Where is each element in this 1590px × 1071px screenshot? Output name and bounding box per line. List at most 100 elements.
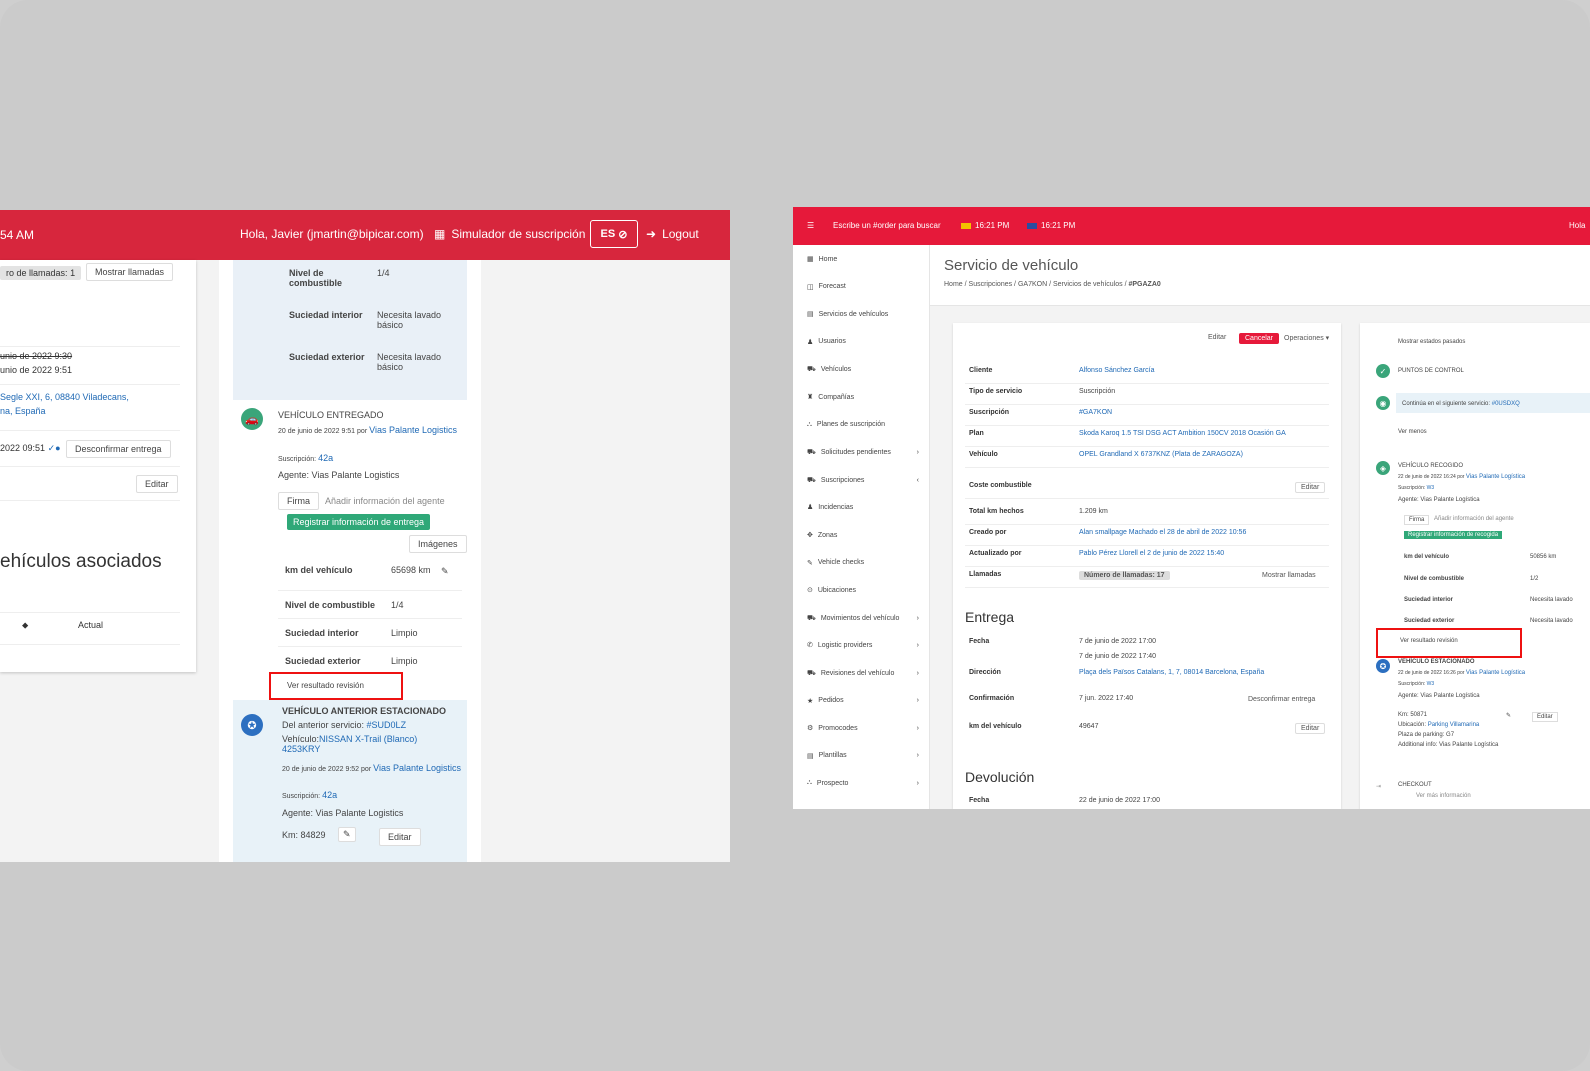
detail-value[interactable]: OPEL Grandland X 6737KNZ (Plata de ZARAG… (1079, 451, 1329, 458)
picked-subscription: Suscripción: W3 (1398, 485, 1435, 491)
sidebar-item[interactable]: ⚙ Promocodes › (807, 724, 919, 733)
time-uk: 16:21 PM (1027, 221, 1075, 230)
images-button[interactable]: Imágenes (409, 535, 467, 553)
edit-km-icon[interactable]: ✎ (1506, 712, 1511, 719)
chevron-icon: › (916, 670, 919, 677)
sidebar-item[interactable]: ♟ Incidencias (807, 503, 919, 512)
show-past-states-button[interactable]: Mostrar estados pasados (1398, 339, 1465, 345)
sidebar-item[interactable]: ▦ Home (807, 255, 919, 264)
subscription-link-2[interactable]: 42a (322, 790, 337, 800)
edit-button[interactable]: Editar (136, 475, 178, 493)
cancel-service-button[interactable]: Cancelar (1239, 333, 1280, 344)
edit-km-button[interactable]: Editar (1295, 723, 1326, 734)
register-delivery-button[interactable]: Registrar información de entrega (287, 514, 431, 530)
associated-vehicles-heading: ehículos asociados (0, 551, 162, 572)
edit-button-2[interactable]: Editar (379, 828, 421, 846)
detail-value[interactable]: Skoda Karoq 1.5 TSI DSG ACT Ambition 150… (1079, 430, 1329, 437)
agent-line-2: Agente: Vias Palante Logistics (282, 808, 404, 818)
sidebar-item[interactable]: ▤ Plantillas › (807, 752, 919, 760)
chevron-icon: › (916, 697, 919, 705)
location-line: Ubicación: Parking Villamarina (1398, 722, 1480, 728)
language-button[interactable]: ES ⊘ (590, 220, 638, 248)
divider (965, 545, 1329, 546)
sidebar-item[interactable]: ▤ Servicios de vehículos (807, 310, 919, 319)
divider (965, 498, 1329, 499)
operations-dropdown[interactable]: Operaciones ▾ (1279, 333, 1335, 343)
agent-link-2[interactable]: Vias Palante Logística (1466, 670, 1525, 676)
sidebar-item[interactable]: ⛬ Planes de suscripción (807, 421, 919, 429)
sidebar-item[interactable]: ⛬ Prospecto › (807, 779, 919, 787)
sidebar-item[interactable]: ⛟ Suscripciones ‹ (807, 476, 919, 485)
sidebar-item-icon: ✆ (807, 642, 813, 650)
sidebar-item[interactable]: ✆ Logistic providers › (807, 641, 919, 650)
picked-meta: 22 de junio de 2022 16:24 por Vias Palan… (1398, 474, 1526, 480)
subscription-simulator-link[interactable]: ▦ Simulador de suscripción (434, 227, 585, 241)
unconfirm-delivery-button[interactable]: Desconfirmar entrega (66, 440, 171, 458)
sidebar-item[interactable]: ♟ Usuarios (807, 338, 919, 346)
service-details-card: Editar Cancelar Operaciones ▾ Editar Núm… (953, 323, 1341, 809)
sidebar-item-icon: ♟ (807, 338, 814, 346)
detail-value[interactable]: Alan smallpage Machado el 28 de abril de… (1079, 529, 1329, 536)
detail-value[interactable]: Pablo Pérez Llorell el 2 de junio de 202… (1079, 550, 1329, 557)
sidebar-item[interactable]: ⊙ Ubicaciones (807, 586, 919, 595)
sidebar-item-label: Vehicle checks (817, 559, 865, 567)
logout-button[interactable]: ➜ Logout (646, 227, 699, 241)
user-greeting[interactable]: Hola, Javier (jmartin@bipicar.com) (240, 227, 424, 241)
entrega-label: Dirección (969, 669, 1001, 676)
view-review-button[interactable]: Ver resultado revisión (287, 681, 364, 690)
order-search-input[interactable]: Escribe un #order para buscar (833, 221, 941, 230)
firma-tab[interactable]: Firma (278, 492, 319, 510)
check-icon: ✓● (47, 443, 61, 453)
unconfirm-delivery-button[interactable]: Desconfirmar entrega (1243, 695, 1321, 704)
sidebar-item[interactable]: ⛟ Movimientos del vehículo › (807, 614, 919, 623)
edit-icon[interactable]: ✎ (441, 566, 449, 577)
edit-service-button[interactable]: Editar (1203, 333, 1232, 342)
sidebar-item-icon: ⛬ (807, 779, 812, 787)
sidebar-item[interactable]: ♜ Compañías (807, 393, 919, 402)
vehicle-line: Vehículo:NISSAN X-Trail (Blanco) 4253KRY (282, 734, 418, 754)
show-calls-button[interactable]: Mostrar llamadas (1257, 571, 1321, 580)
add-agent-info-tab[interactable]: Añadir información del agente (325, 496, 445, 506)
sidebar-item[interactable]: ✎ Vehicle checks (807, 559, 919, 567)
detail-value[interactable]: Alfonso Sánchez García (1079, 367, 1329, 374)
agent-link-2[interactable]: Vias Palante Logistics (373, 763, 461, 773)
address-link-2[interactable]: na, España (0, 406, 46, 416)
detail-value[interactable]: #GA7KON (1079, 409, 1329, 416)
subscription-link[interactable]: 42a (318, 453, 333, 463)
agent-link[interactable]: Vias Palante Logística (1466, 474, 1525, 480)
entrega-label: Fecha (969, 638, 990, 645)
menu-icon[interactable]: ☰ (807, 221, 814, 230)
sidebar-item-label: Zonas (817, 531, 838, 539)
sidebar-item[interactable]: ◫ Forecast (807, 283, 919, 291)
sidebar-item-icon: ⛬ (807, 420, 812, 428)
register-pickup-button[interactable]: Registrar información de recogida (1404, 531, 1503, 539)
edit-km-icon[interactable]: ✎ (338, 827, 356, 842)
checkout-label: CHECKOUT (1398, 782, 1432, 788)
flag-icon (961, 222, 971, 229)
entrega-value: 49647 (1079, 723, 1099, 730)
divider (965, 587, 1329, 588)
firma-tab[interactable]: Firma (1404, 515, 1430, 525)
view-review-button[interactable]: Ver resultado revisión (1400, 638, 1458, 644)
sidebar-item[interactable]: ⛟ Revisiones del vehículo › (807, 669, 919, 678)
sidebar-item[interactable]: ✥ Zonas (807, 531, 919, 540)
edit-button[interactable]: Editar (1532, 712, 1558, 722)
agent-link[interactable]: Vias Palante Logistics (369, 425, 457, 435)
entrega-value[interactable]: Plaça dels Països Catalans, 1, 7, 08014 … (1079, 669, 1264, 676)
checkout-more[interactable]: Ver más información (1416, 793, 1471, 799)
sidebar-item-icon: ▤ (807, 311, 814, 319)
continue-link[interactable]: #0USDXQ (1492, 401, 1520, 407)
show-less-button[interactable]: Ver menos (1398, 429, 1427, 435)
left-topbar: 54 AM Hola, Javier (jmartin@bipicar.com)… (0, 210, 730, 260)
show-calls-button[interactable]: Mostrar llamadas (86, 263, 174, 281)
add-agent-info-tab[interactable]: Añadir información del agente (1434, 516, 1514, 522)
entrega-label: km del vehículo (969, 723, 1022, 730)
sidebar-item[interactable]: ★ Pedidos › (807, 697, 919, 705)
timeline-column-left: Nivel de combustible 1/4 Suciedad interi… (219, 260, 481, 862)
sidebar-item[interactable]: ⛟ Solicitudes pendientes › (807, 448, 919, 457)
address-link[interactable]: Segle XXI, 6, 08840 Viladecans, (0, 392, 129, 402)
sidebar-item[interactable]: ⛟ Vehículos (807, 365, 919, 374)
km-value: 50856 km (1530, 554, 1557, 560)
prev-service-link[interactable]: #SUD0LZ (367, 720, 407, 730)
edit-fuel-button[interactable]: Editar (1295, 482, 1326, 493)
